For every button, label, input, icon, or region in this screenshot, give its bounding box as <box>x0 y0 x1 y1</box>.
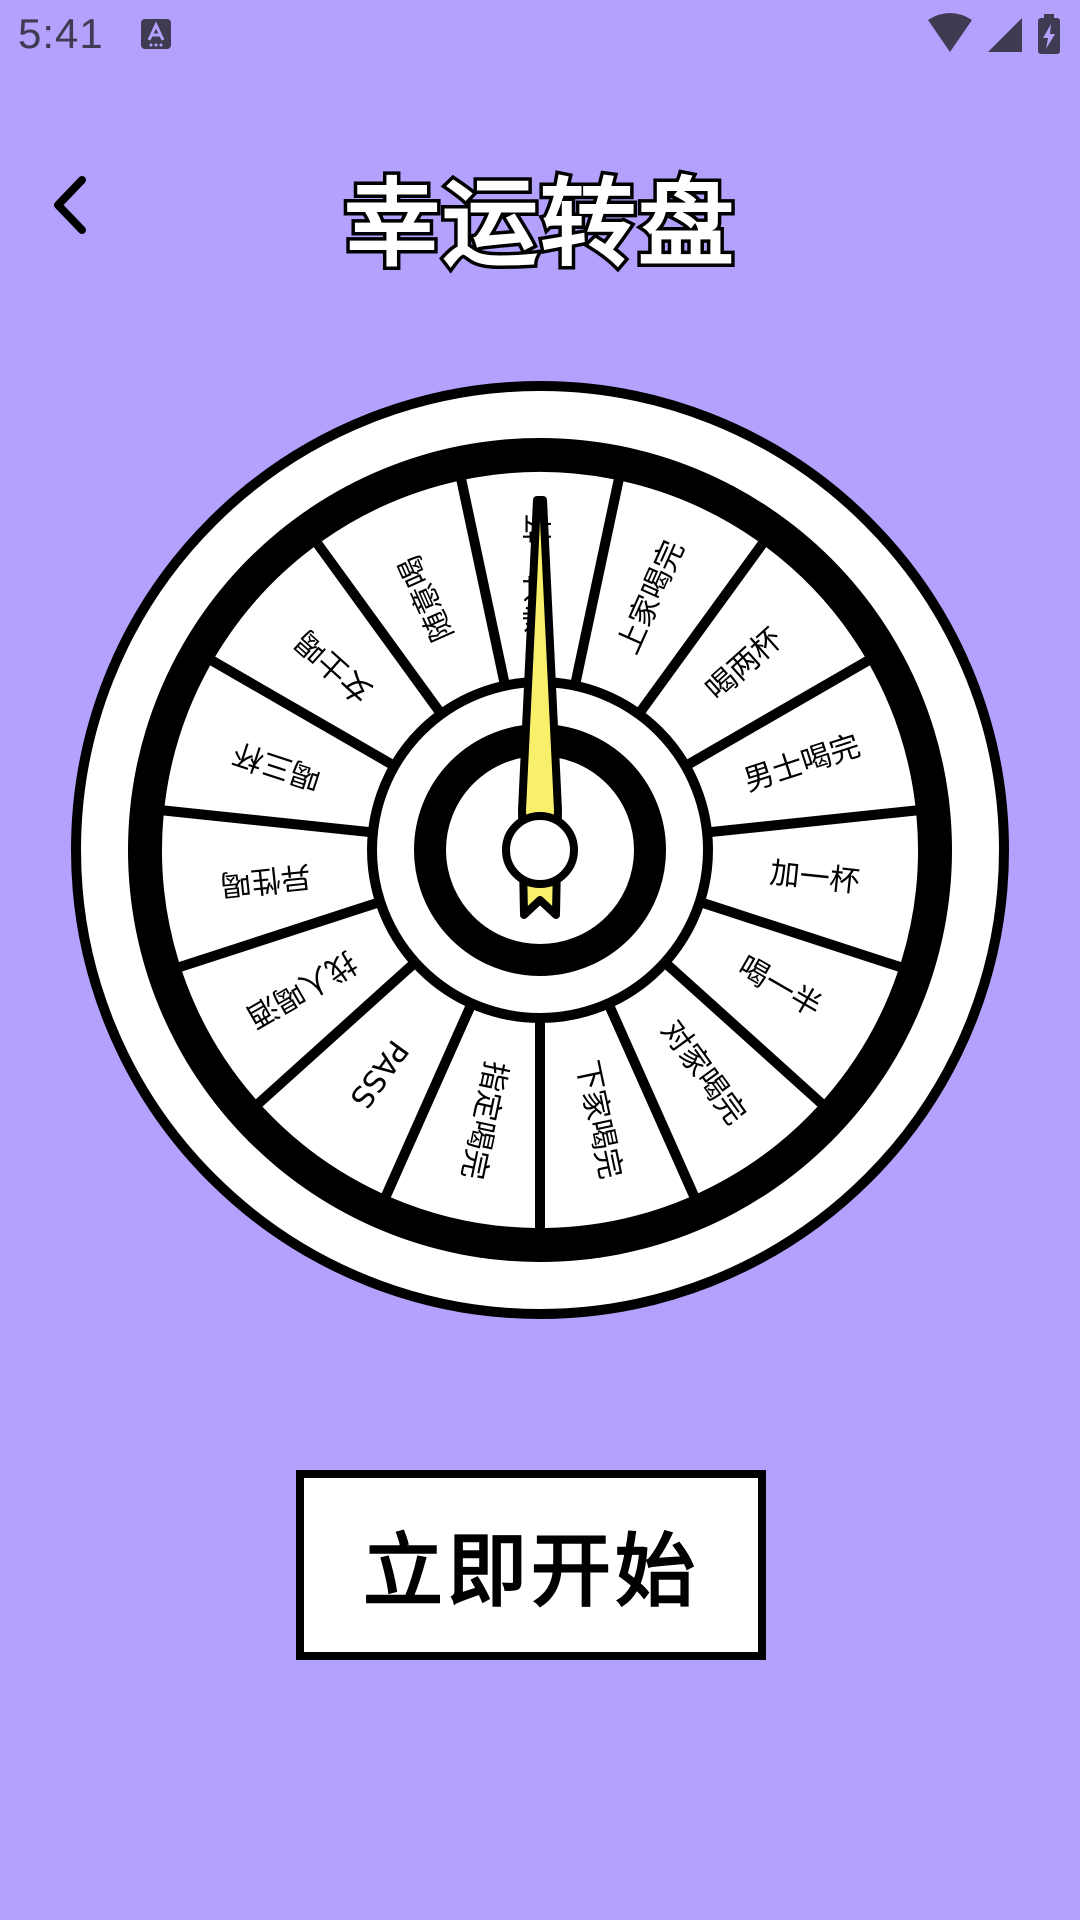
status-bar: 5:41 <box>0 0 1080 76</box>
status-icons <box>928 13 1060 54</box>
pointer-hub <box>502 812 578 888</box>
page-title: 幸运转盘 <box>341 165 738 284</box>
header: 幸运转盘 <box>0 120 1080 290</box>
battery-charging-icon <box>1038 14 1060 54</box>
status-time: 5:41 <box>18 10 104 57</box>
lucky-wheel[interactable]: 逃过一杯上家喝完喝两杯男士喝完加一杯喝一半对家喝完下家喝完指定喝完PASS找人喝… <box>70 380 1010 1320</box>
cellular-signal-icon <box>988 18 1022 52</box>
start-button[interactable]: 立即开始 <box>296 1470 766 1660</box>
text-input-icon <box>141 19 171 49</box>
wifi-icon <box>928 13 972 52</box>
start-button-label: 立即开始 <box>296 1470 766 1660</box>
